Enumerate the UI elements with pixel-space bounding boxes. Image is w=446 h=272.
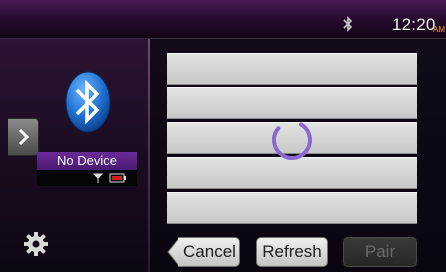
bluetooth-logo-icon [65, 71, 111, 133]
clock-ampm: AM [433, 25, 445, 34]
expand-panel-button[interactable] [8, 118, 39, 156]
refresh-button[interactable]: Refresh [256, 237, 328, 267]
list-item[interactable] [167, 87, 417, 119]
status-bar: 12:20 AM [0, 0, 446, 39]
list-item[interactable] [167, 192, 417, 224]
signal-antenna-icon [93, 173, 103, 183]
battery-empty-icon [109, 173, 126, 183]
device-name-label: No Device [37, 152, 137, 170]
clock-time: 12:20 [392, 15, 436, 34]
gear-icon[interactable] [24, 232, 48, 256]
chevron-right-icon [18, 128, 30, 146]
cancel-button[interactable]: Cancel [178, 237, 240, 267]
list-item[interactable] [167, 53, 417, 85]
bluetooth-icon [343, 16, 353, 32]
pair-button[interactable]: Pair [343, 237, 417, 267]
loading-spinner-icon [272, 120, 312, 160]
device-status-bar [37, 170, 137, 186]
